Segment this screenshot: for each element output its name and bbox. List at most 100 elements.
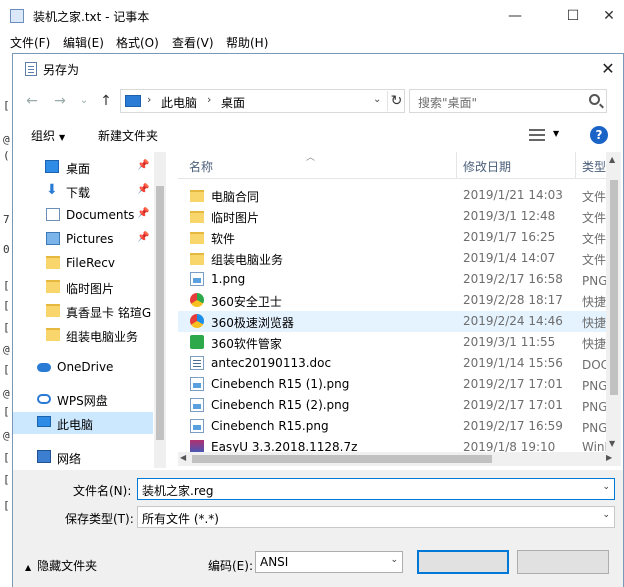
organize-label: 组织 — [31, 129, 56, 143]
nav-item-downloads[interactable]: ⬇ 下载 📌 — [13, 180, 153, 202]
nav-label: 网络 — [57, 452, 82, 466]
nav-item-onedrive[interactable]: OneDrive — [13, 356, 153, 378]
view-options-icon[interactable] — [529, 129, 545, 141]
chevron-down-icon[interactable]: ⌄ — [373, 94, 381, 105]
refresh-button[interactable]: ↻ — [387, 91, 405, 111]
chevron-down-icon[interactable]: ⌄ — [602, 510, 610, 520]
breadcrumb-desktop[interactable]: 桌面 — [221, 94, 245, 111]
column-divider[interactable] — [575, 152, 576, 179]
file-row[interactable]: 软件 2019/1/7 16:25 文件夹 — [178, 227, 606, 248]
menu-help[interactable]: 帮助(H) — [226, 34, 268, 51]
file-row[interactable]: EasyU 3.3.2018.1128.7z 2019/1/8 19:10 Wi… — [178, 437, 606, 452]
file-row[interactable]: 360极速浏览器 2019/2/24 14:46 快捷方 — [178, 311, 606, 332]
file-date: 2019/2/17 16:58 — [463, 272, 563, 286]
search-placeholder: 搜索"桌面" — [418, 96, 478, 110]
close-button[interactable]: ✕ — [594, 6, 624, 26]
scroll-up-arrow-icon[interactable]: ▲ — [609, 155, 615, 164]
chevron-right-icon[interactable]: › — [207, 93, 211, 106]
address-bar[interactable]: › 此电脑 › 桌面 ⌄ ↻ — [120, 89, 405, 113]
file-row[interactable]: Cinebench R15 (2).png 2019/2/17 17:01 PN… — [178, 395, 606, 416]
forward-button[interactable]: → — [51, 92, 69, 110]
column-date[interactable]: 修改日期 — [463, 158, 511, 175]
scrollbar-thumb[interactable] — [192, 455, 492, 463]
file-type: 快捷方 — [582, 295, 606, 309]
nav-item-documents[interactable]: Documents 📌 — [13, 204, 153, 226]
file-list[interactable]: ︿ 名称 修改日期 类型 电脑合同 2019/1/21 14:03 文件夹 临时… — [178, 152, 606, 452]
nav-pane-scrollbar[interactable] — [154, 152, 166, 468]
file-row[interactable]: Cinebench R15.png 2019/2/17 16:59 PNG 文 — [178, 416, 606, 437]
dialog-title: 另存为 — [43, 63, 80, 77]
file-row[interactable]: antec20190113.doc 2019/1/14 15:56 DOC 文 — [178, 353, 606, 374]
minimize-button[interactable]: — — [500, 6, 530, 26]
scrollbar-thumb[interactable] — [156, 186, 164, 440]
notepad-menubar: 文件(F) 编辑(E) 格式(O) 查看(V) 帮助(H) — [0, 31, 624, 53]
recent-locations-dropdown[interactable]: ⌄ — [75, 92, 93, 110]
menu-view[interactable]: 查看(V) — [172, 34, 214, 51]
search-input[interactable]: 搜索"桌面" — [409, 89, 607, 113]
nav-item-pc-business[interactable]: 组装电脑业务 — [13, 324, 153, 346]
encoding-select[interactable]: ANSI ⌄ — [255, 551, 403, 573]
file-row[interactable]: Cinebench R15 (1).png 2019/2/17 17:01 PN… — [178, 374, 606, 395]
file-row[interactable]: 1.png 2019/2/17 16:58 PNG 文 — [178, 269, 606, 290]
pictures-icon — [46, 232, 60, 245]
file-row[interactable]: 临时图片 2019/3/1 12:48 文件夹 — [178, 206, 606, 227]
column-name[interactable]: 名称 — [189, 158, 213, 175]
scroll-right-arrow-icon[interactable]: ▶ — [606, 453, 612, 462]
file-name: 1.png — [211, 272, 246, 286]
nav-item-pictures[interactable]: Pictures 📌 — [13, 228, 153, 250]
pin-icon[interactable]: 📌 — [137, 184, 149, 195]
text-char: [ — [3, 499, 10, 512]
nav-item-wps-cloud[interactable]: WPS网盘 — [13, 388, 153, 410]
organize-button[interactable]: 组织 ▼ — [31, 127, 65, 144]
hide-folders-toggle[interactable]: ▲ 隐藏文件夹 — [25, 557, 97, 574]
scroll-down-arrow-icon[interactable]: ▼ — [609, 439, 615, 448]
file-row[interactable]: 组装电脑业务 2019/1/4 14:07 文件夹 — [178, 248, 606, 269]
pin-icon[interactable]: 📌 — [137, 232, 149, 243]
dialog-close-button[interactable]: ✕ — [597, 58, 619, 80]
cancel-button[interactable] — [517, 550, 609, 574]
back-button[interactable]: ← — [23, 92, 41, 110]
menu-format[interactable]: 格式(O) — [116, 34, 159, 51]
file-list-horizontal-scrollbar[interactable]: ◀ ▶ — [178, 452, 621, 466]
view-caret-icon[interactable]: ▼ — [553, 129, 559, 138]
scrollbar-thumb[interactable] — [610, 180, 618, 395]
menu-edit[interactable]: 编辑(E) — [63, 34, 104, 51]
new-folder-button[interactable]: 新建文件夹 — [98, 127, 158, 144]
nav-item-desktop[interactable]: 桌面 📌 — [13, 156, 153, 178]
file-name: Cinebench R15 (1).png — [211, 377, 350, 391]
nav-label: 真香显卡 铭瑄G — [66, 306, 152, 320]
pin-icon[interactable]: 📌 — [137, 208, 149, 219]
this-pc-icon — [37, 416, 51, 427]
scroll-left-arrow-icon[interactable]: ◀ — [180, 453, 186, 462]
file-row[interactable]: 360安全卫士 2019/2/28 18:17 快捷方 — [178, 290, 606, 311]
column-divider[interactable] — [456, 152, 457, 179]
file-row[interactable]: 360软件管家 2019/3/1 11:55 快捷方 — [178, 332, 606, 353]
maximize-button[interactable]: ☐ — [558, 6, 588, 26]
nav-item-network[interactable]: 网络 — [13, 446, 153, 466]
column-type[interactable]: 类型 — [582, 158, 606, 175]
nav-item-filerecv[interactable]: FileRecv — [13, 252, 153, 274]
360-manager-icon — [190, 335, 204, 349]
notepad-icon — [10, 9, 24, 23]
notepad-text-area[interactable]: [ @ ( 7 0 [ [ [ @ [ @ [ @ [ [ [ — [0, 53, 12, 587]
file-row[interactable]: 电脑合同 2019/1/21 14:03 文件夹 — [178, 185, 606, 206]
menu-file[interactable]: 文件(F) — [10, 34, 50, 51]
help-icon[interactable]: ? — [590, 126, 608, 144]
chevron-down-icon[interactable]: ⌄ — [602, 482, 610, 492]
nav-item-this-pc[interactable]: 此电脑 — [13, 412, 153, 434]
pin-icon[interactable]: 📌 — [137, 160, 149, 171]
filename-input[interactable]: 装机之家.reg ⌄ — [137, 478, 615, 500]
save-button[interactable] — [417, 550, 509, 574]
file-list-vertical-scrollbar[interactable]: ▲ ▼ — [606, 152, 621, 452]
nav-item-gpu-folder[interactable]: 真香显卡 铭瑄G — [13, 300, 153, 322]
dialog-titlebar[interactable]: 另存为 ✕ — [13, 54, 623, 84]
file-date: 2019/3/1 11:55 — [463, 335, 556, 349]
nav-item-temp-pictures[interactable]: 临时图片 — [13, 276, 153, 298]
filetype-select[interactable]: 所有文件 (*.*) ⌄ — [137, 506, 615, 528]
encoding-value: ANSI — [260, 555, 289, 569]
up-button[interactable]: ↑ — [97, 92, 115, 110]
chevron-right-icon[interactable]: › — [147, 93, 151, 106]
chevron-down-icon[interactable]: ⌄ — [390, 555, 398, 565]
breadcrumb-this-pc[interactable]: 此电脑 — [161, 94, 197, 111]
file-type: PNG 文 — [582, 421, 606, 435]
